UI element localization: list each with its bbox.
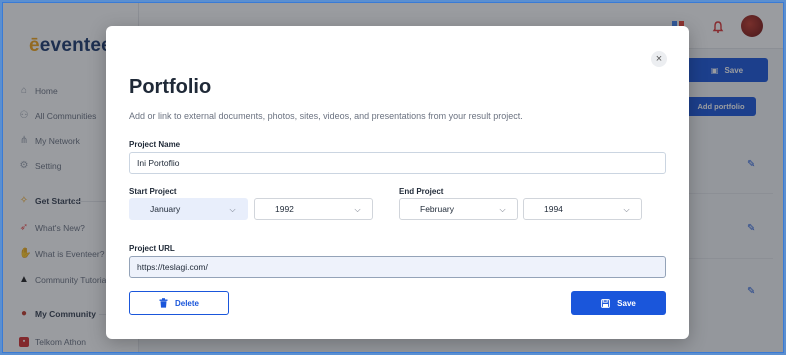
modal-subtitle: Add or link to external documents, photo… [129,111,523,121]
chevron-down-icon: ⌵ [499,204,506,214]
end-project-label: End Project [399,187,444,196]
project-name-input[interactable]: Ini Portoflio [129,152,666,174]
project-url-input[interactable]: https://teslagi.com/ [129,256,666,278]
chevron-down-icon: ⌵ [229,204,236,214]
start-year-select[interactable]: 1992 ⌵ [254,198,373,220]
delete-button[interactable]: Delete [129,291,229,315]
modal-title: Portfolio [129,76,212,98]
start-month-select[interactable]: January ⌵ [129,198,248,220]
close-icon: × [655,53,663,65]
trash-icon [159,298,168,308]
project-name-label: Project Name [129,140,181,149]
app-window: ēeventee ⌂ Home ⚇ All Communities ⋔ My N… [2,2,784,353]
end-year-select[interactable]: 1994 ⌵ [523,198,642,220]
save-button[interactable]: Save [571,291,666,315]
floppy-icon [601,298,611,308]
close-button[interactable]: × [651,51,667,67]
portfolio-modal: × Portfolio Add or link to external docu… [106,26,689,339]
end-month-select[interactable]: February ⌵ [399,198,518,220]
project-url-label: Project URL [129,244,175,253]
chevron-down-icon: ⌵ [354,204,361,214]
chevron-down-icon: ⌵ [623,204,630,214]
start-project-label: Start Project [129,187,177,196]
